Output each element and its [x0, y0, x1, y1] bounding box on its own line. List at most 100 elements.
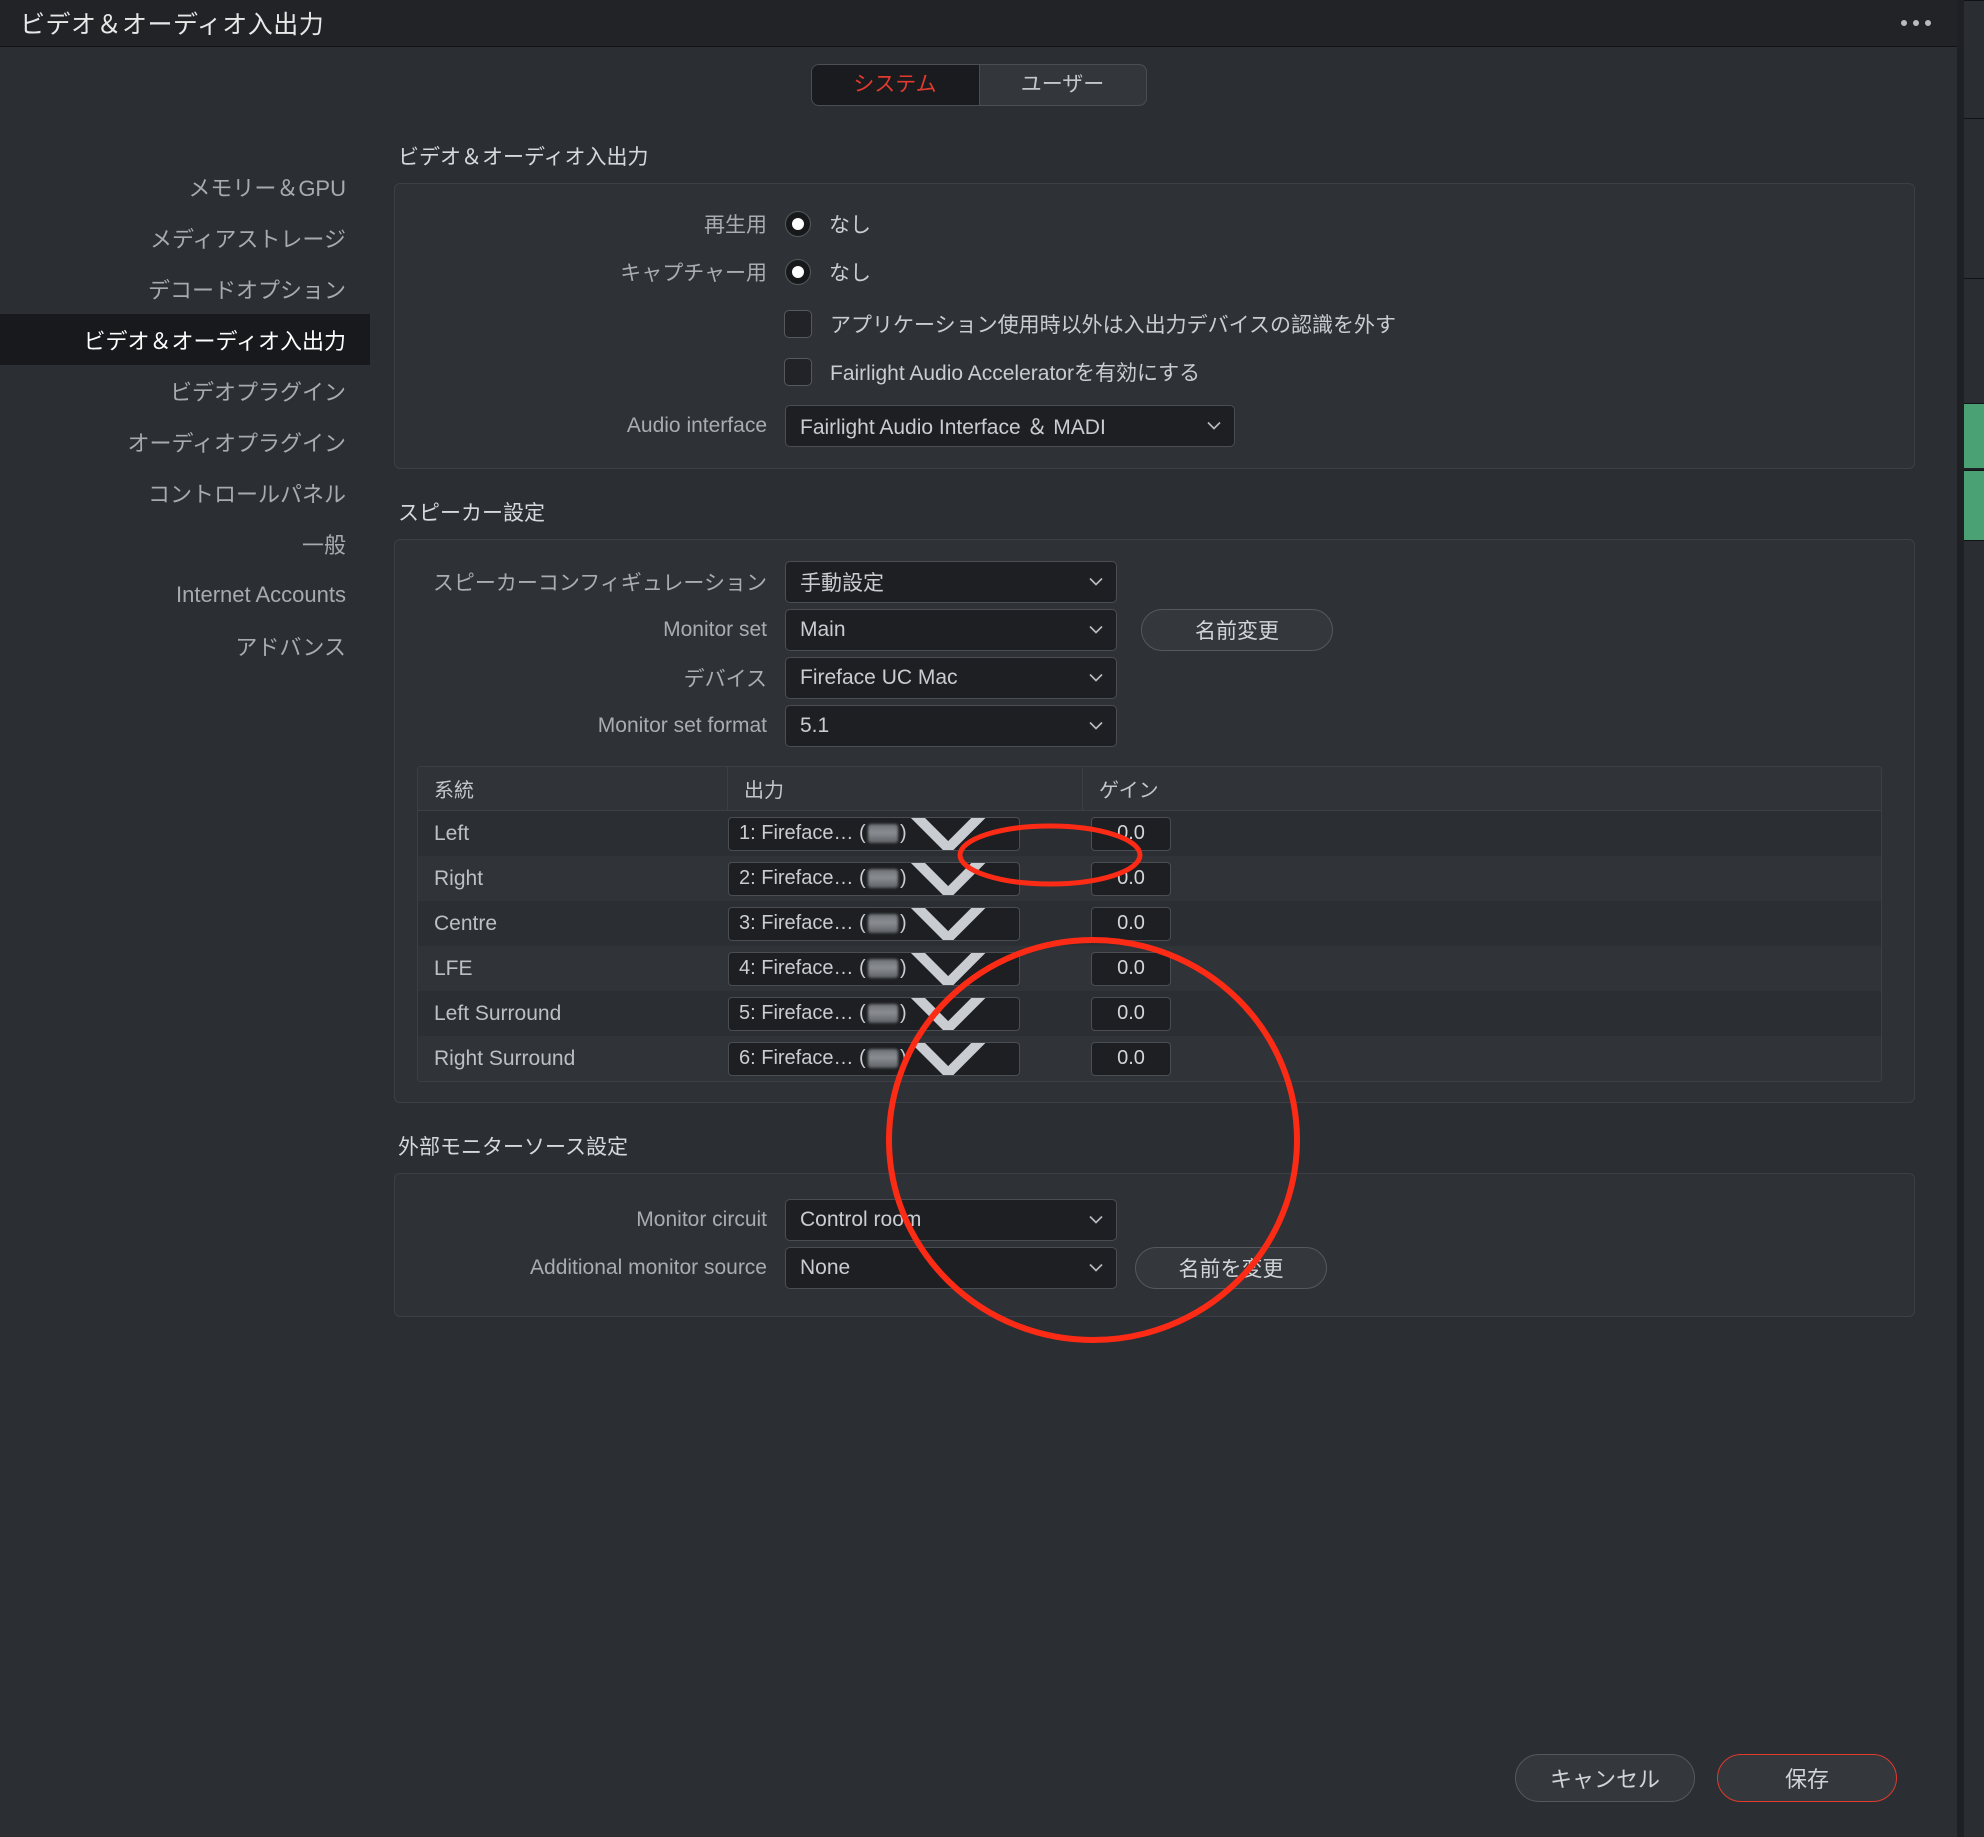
output-select[interactable]: 2: Fireface… () — [728, 861, 1020, 896]
rename-additional-source-button[interactable]: 名前を変更 — [1135, 1247, 1327, 1289]
gain-field[interactable]: 0.0 — [1091, 861, 1171, 896]
audio-interface-select[interactable]: Fairlight Audio Interface ＆ MADI — [785, 405, 1235, 447]
redacted-text — [867, 914, 898, 933]
sidebar-item-video-plugins[interactable]: ビデオプラグイン — [0, 365, 370, 416]
row-audio-interface: Audio interface Fairlight Audio Interfac… — [395, 402, 1914, 450]
playback-value: なし — [829, 214, 871, 237]
panel-external-monitor: Monitor circuit Control room Additional … — [394, 1173, 1915, 1317]
table-header-gain: ゲイン — [1099, 780, 1159, 802]
device-select[interactable]: Fireface UC Mac — [785, 657, 1117, 699]
table-row: Left 1: Fireface… () 0.0 — [418, 811, 1881, 856]
sidebar-item-label: 一般 — [301, 532, 346, 558]
monitor-set-format-label: Monitor set format — [597, 714, 767, 737]
background-app-strip-1 — [1964, 0, 1984, 118]
ellipsis-icon[interactable] — [1901, 20, 1931, 26]
fairlight-accelerator-checkbox[interactable] — [784, 358, 812, 386]
output-select[interactable]: 6: Fireface… () — [728, 1041, 1020, 1076]
row-playback: 再生用 なし — [395, 200, 1914, 248]
device-label: デバイス — [683, 668, 767, 691]
sidebar-item-internet-accounts[interactable]: Internet Accounts — [0, 569, 370, 620]
output-value-suffix: ) — [900, 957, 907, 979]
chevron-down-icon — [1089, 673, 1103, 682]
monitor-circuit-select[interactable]: Control room — [785, 1199, 1117, 1241]
speaker-routing-table: 系統 出力 ゲイン Left 1: Fireface… () 0.0 Right… — [417, 766, 1882, 1082]
save-button[interactable]: 保存 — [1717, 1754, 1897, 1802]
additional-monitor-source-select[interactable]: None — [785, 1247, 1117, 1289]
chevron-down-icon — [910, 907, 986, 940]
chevron-down-icon — [910, 997, 986, 1030]
output-select[interactable]: 1: Fireface… () — [728, 816, 1020, 851]
output-value-suffix: ) — [900, 867, 907, 889]
chevron-down-icon — [1207, 421, 1221, 430]
speaker-configuration-select[interactable]: 手動設定 — [785, 561, 1117, 603]
row-capture: キャプチャー用 なし — [395, 248, 1914, 296]
redacted-text — [867, 869, 898, 888]
redacted-text — [867, 959, 898, 978]
sidebar-item-decode-options[interactable]: デコードオプション — [0, 263, 370, 314]
speaker-configuration-value: 手動設定 — [800, 572, 884, 595]
output-value-prefix: 4: Fireface… ( — [739, 957, 866, 979]
gain-field[interactable]: 0.0 — [1091, 906, 1171, 941]
sidebar-item-advanced[interactable]: アドバンス — [0, 620, 370, 671]
chevron-down-icon — [1089, 577, 1103, 586]
sidebar-item-label: ビデオ＆オーディオ入出力 — [83, 328, 346, 354]
panel-speaker-setup: スピーカーコンフィギュレーション 手動設定 Monitor set Main 名… — [394, 539, 1915, 1103]
section-title-speaker-setup: スピーカー設定 — [398, 502, 545, 525]
row-release-devices: アプリケーション使用時以外は入出力デバイスの認識を外す — [395, 300, 1914, 348]
row-speaker-configuration: スピーカーコンフィギュレーション 手動設定 — [395, 558, 1914, 606]
sidebar-item-control-panels[interactable]: コントロールパネル — [0, 467, 370, 518]
tab-user[interactable]: ユーザー — [978, 65, 1146, 105]
additional-monitor-source-label: Additional monitor source — [530, 1256, 767, 1279]
channel-name: Left — [434, 821, 470, 845]
monitor-circuit-label: Monitor circuit — [636, 1208, 767, 1231]
table-row: Centre 3: Fireface… () 0.0 — [418, 901, 1881, 946]
row-monitor-set: Monitor set Main 名前変更 — [395, 606, 1914, 654]
output-value-prefix: 1: Fireface… ( — [739, 822, 866, 844]
monitor-set-format-select[interactable]: 5.1 — [785, 705, 1117, 747]
channel-name: Centre — [434, 911, 498, 935]
gain-field[interactable]: 0.0 — [1091, 996, 1171, 1031]
sidebar-item-label: デコードオプション — [147, 277, 346, 303]
playback-radio[interactable] — [785, 211, 811, 237]
capture-value: なし — [829, 262, 871, 285]
rename-monitor-set-button[interactable]: 名前変更 — [1141, 609, 1333, 651]
sidebar-item-label: メディアストレージ — [149, 226, 346, 252]
chevron-down-icon — [910, 817, 986, 850]
sidebar-item-video-audio-io[interactable]: ビデオ＆オーディオ入出力 — [0, 314, 370, 365]
gain-field[interactable]: 0.0 — [1091, 816, 1171, 851]
output-select[interactable]: 4: Fireface… () — [728, 951, 1020, 986]
capture-radio[interactable] — [785, 259, 811, 285]
gain-field[interactable]: 0.0 — [1091, 1041, 1171, 1076]
sidebar-item-label: メモリー＆GPU — [188, 175, 346, 201]
sidebar-item-label: アドバンス — [235, 634, 346, 660]
background-app-strip-4 — [1964, 540, 1984, 1837]
channel-name: LFE — [434, 956, 473, 980]
table-row: Left Surround 5: Fireface… () 0.0 — [418, 991, 1881, 1036]
output-value-suffix: ) — [900, 822, 907, 844]
chevron-down-icon — [1089, 1263, 1103, 1272]
row-monitor-set-format: Monitor set format 5.1 — [395, 702, 1914, 750]
output-select[interactable]: 5: Fireface… () — [728, 996, 1020, 1031]
sidebar-item-audio-plugins[interactable]: オーディオプラグイン — [0, 416, 370, 467]
section-title-external-monitor: 外部モニターソース設定 — [398, 1136, 628, 1159]
sidebar-item-label: Internet Accounts — [176, 581, 346, 607]
channel-name: Right Surround — [434, 1046, 576, 1070]
gain-field[interactable]: 0.0 — [1091, 951, 1171, 986]
output-value-suffix: ) — [900, 912, 907, 934]
background-app-strip-3 — [1964, 278, 1984, 403]
redacted-text — [867, 1004, 898, 1023]
additional-monitor-source-value: None — [800, 1256, 851, 1279]
monitor-set-format-value: 5.1 — [800, 714, 830, 737]
sidebar-item-label: オーディオプラグイン — [127, 430, 346, 456]
sidebar-item-general[interactable]: 一般 — [0, 518, 370, 569]
output-value-prefix: 2: Fireface… ( — [739, 867, 866, 889]
monitor-set-select[interactable]: Main — [785, 609, 1117, 651]
playback-label: 再生用 — [704, 214, 767, 237]
output-value-suffix: ) — [900, 1047, 907, 1069]
release-devices-checkbox[interactable] — [784, 310, 812, 338]
sidebar-item-memory-gpu[interactable]: メモリー＆GPU — [0, 161, 370, 212]
sidebar-item-media-storage[interactable]: メディアストレージ — [0, 212, 370, 263]
cancel-button[interactable]: キャンセル — [1515, 1754, 1695, 1802]
tab-system[interactable]: システム — [811, 65, 979, 105]
output-select[interactable]: 3: Fireface… () — [728, 906, 1020, 941]
